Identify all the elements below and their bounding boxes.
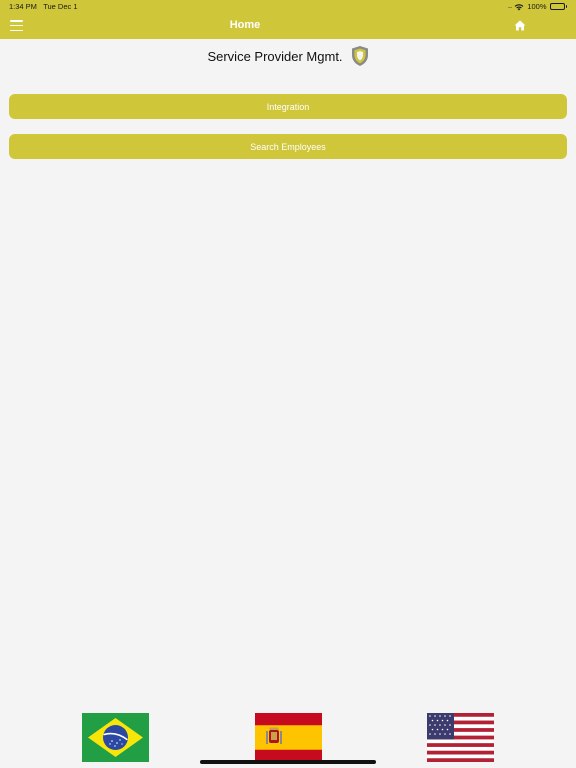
signal-icon: .... [507,3,513,10]
wifi-icon [514,3,524,10]
usa-flag-icon[interactable] [427,713,494,762]
shield-icon [351,46,368,66]
battery-percent: 100% [527,2,547,11]
nav-title: Home [229,19,261,31]
status-date-text: Tue Dec 1 [43,2,78,11]
status-time-text: 1:34 PM [9,2,37,11]
battery-icon [549,3,567,10]
status-time: 1:34 PM Tue Dec 1 [9,2,78,11]
page-header: Service Provider Mgmt. [0,44,576,68]
spain-flag-icon[interactable] [255,713,322,762]
page-title: Service Provider Mgmt. [207,48,343,64]
home-indicator[interactable] [200,760,376,764]
search-employees-button[interactable]: Search Employees [9,134,567,159]
status-indicators: .... 100% [508,2,567,11]
home-icon[interactable] [514,20,526,31]
integration-button[interactable]: Integration [9,94,567,119]
top-bar: 1:34 PM Tue Dec 1 .... 100% Home [0,0,576,39]
brazil-flag-icon[interactable] [82,713,149,762]
